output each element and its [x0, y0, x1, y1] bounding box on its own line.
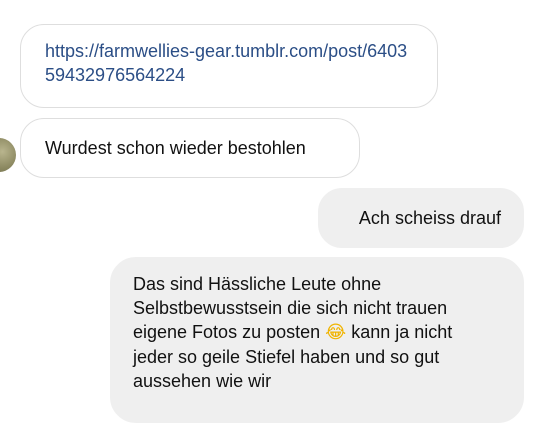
message-text: Wurdest schon wieder bestohlen	[45, 138, 306, 158]
chat-thread: https://farmwellies-gear.tumblr.com/post…	[0, 0, 540, 426]
shared-post-link[interactable]: https://farmwellies-gear.tumblr.com/post…	[45, 39, 413, 87]
message-text: Ach scheiss drauf	[358, 208, 501, 228]
contact-avatar[interactable]	[0, 138, 16, 172]
outgoing-message-long: Das sind Hässliche Leute ohne Selbstbewu…	[110, 257, 524, 423]
outgoing-message: Ach scheiss drauf	[318, 188, 524, 248]
tears-of-joy-emoji: 😂	[325, 322, 347, 343]
incoming-message: Wurdest schon wieder bestohlen	[20, 118, 360, 178]
incoming-message-link: https://farmwellies-gear.tumblr.com/post…	[20, 24, 438, 108]
